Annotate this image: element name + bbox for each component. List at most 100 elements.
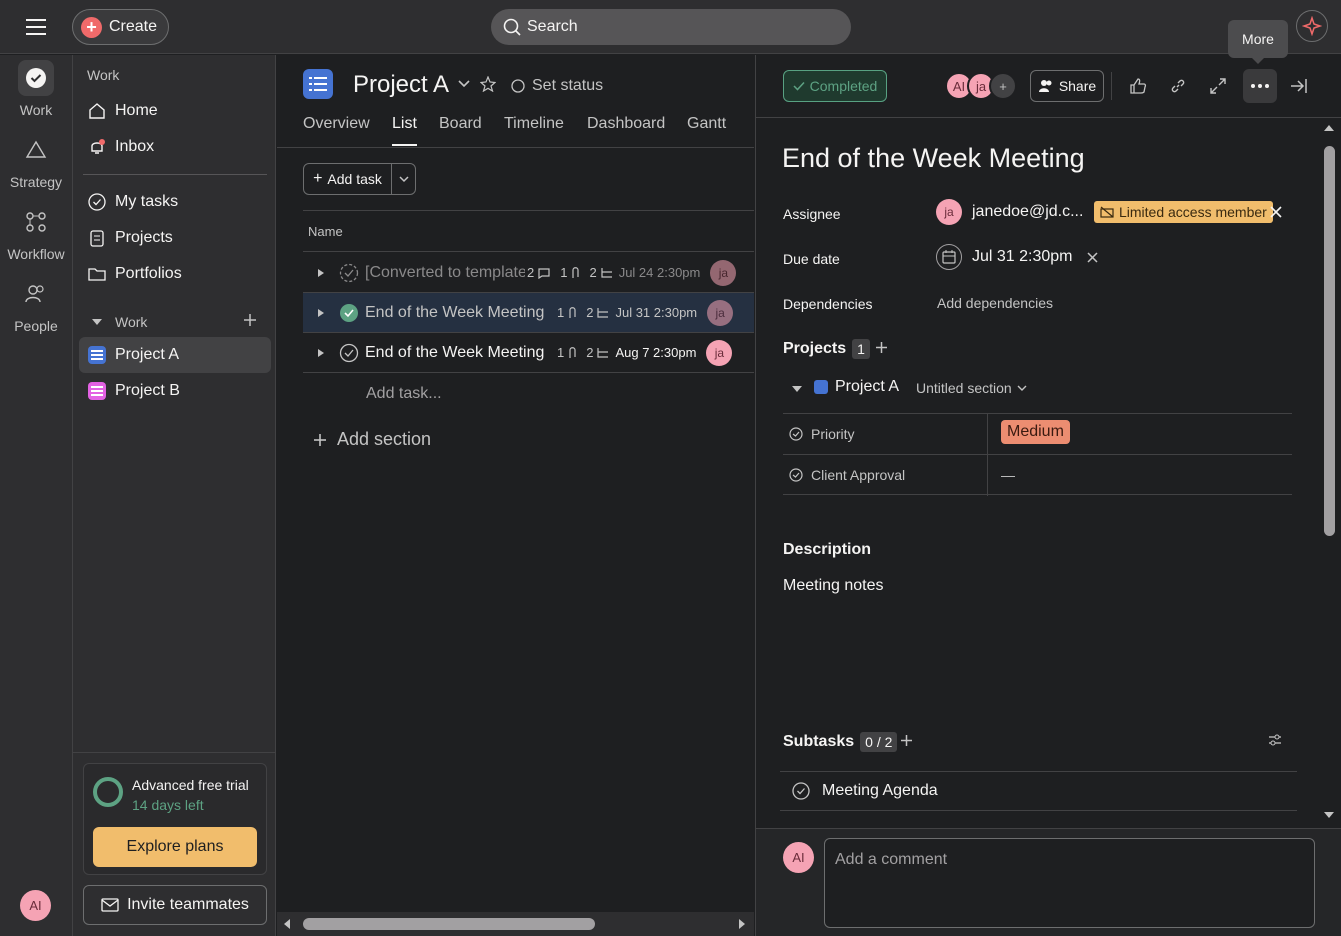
table-row[interactable]: [Converted to template] 2 1 2 Jul 24 2:3… bbox=[303, 253, 754, 293]
expand-triangle-icon[interactable] bbox=[303, 348, 339, 358]
close-pane-icon[interactable] bbox=[1285, 72, 1313, 100]
assignee-field[interactable]: ja janedoe@jd.c... bbox=[936, 199, 1083, 225]
description-text[interactable]: Meeting notes bbox=[783, 577, 884, 595]
create-button[interactable]: + Create bbox=[72, 9, 169, 45]
set-status-button[interactable]: Set status bbox=[511, 77, 603, 95]
rail-item-workflow[interactable]: Workflow bbox=[0, 204, 72, 262]
custom-field-client-approval[interactable]: Client Approval — bbox=[783, 454, 1292, 496]
tab-dashboard[interactable]: Dashboard bbox=[587, 115, 665, 133]
sidebar-item-inbox[interactable]: Inbox bbox=[79, 129, 271, 165]
subtask-item[interactable]: Meeting Agenda bbox=[780, 771, 1297, 811]
task-name[interactable]: End of the Week Meeting bbox=[365, 344, 545, 362]
add-task-inline[interactable]: Add task... bbox=[366, 385, 442, 403]
sidebar-item-project-b[interactable]: Project B bbox=[79, 373, 271, 409]
avatar[interactable]: AI bbox=[20, 890, 51, 921]
star-icon[interactable] bbox=[480, 76, 496, 92]
collapse-triangle-icon[interactable] bbox=[791, 384, 803, 394]
task-name[interactable]: [Converted to template] bbox=[365, 264, 525, 282]
tab-overview[interactable]: Overview bbox=[303, 115, 370, 133]
add-collaborator-icon[interactable]: + bbox=[989, 72, 1017, 100]
completed-button[interactable]: Completed bbox=[783, 70, 887, 102]
remove-assignee-icon[interactable] bbox=[1270, 206, 1282, 218]
comment-icon bbox=[537, 267, 551, 279]
table-row[interactable]: End of the Week Meeting 1 2 Aug 7 2:30pm… bbox=[303, 333, 754, 373]
chevron-down-icon bbox=[1017, 384, 1027, 392]
add-task-dropdown[interactable] bbox=[392, 164, 415, 194]
expand-icon[interactable] bbox=[1204, 72, 1232, 100]
explore-plans-button[interactable]: Explore plans bbox=[93, 827, 257, 867]
tab-gantt[interactable]: Gantt bbox=[687, 115, 726, 133]
rail-item-people[interactable]: People bbox=[0, 276, 72, 334]
client-approval-value[interactable]: — bbox=[1001, 467, 1015, 483]
expand-triangle-icon[interactable] bbox=[303, 268, 339, 278]
due-date-field[interactable]: Jul 31 2:30pm bbox=[936, 244, 1073, 270]
avatar[interactable]: ja bbox=[707, 299, 734, 326]
attachment-count: 1 bbox=[560, 265, 568, 280]
due-date[interactable]: Aug 7 2:30pm bbox=[615, 345, 696, 360]
invite-teammates-button[interactable]: Invite teammates bbox=[83, 885, 267, 925]
field-type-icon bbox=[789, 468, 803, 482]
share-button[interactable]: Share bbox=[1030, 70, 1104, 102]
more-tooltip: More bbox=[1228, 20, 1288, 64]
tab-list[interactable]: List bbox=[392, 115, 417, 133]
sidebar-item-projects[interactable]: Projects bbox=[79, 220, 271, 256]
project-name[interactable]: Project A bbox=[835, 378, 899, 396]
section-select[interactable]: Untitled section bbox=[916, 380, 1027, 396]
rail-item-strategy[interactable]: Strategy bbox=[0, 132, 72, 190]
vertical-scrollbar[interactable] bbox=[1317, 118, 1341, 828]
sidebar-item-label: Inbox bbox=[115, 138, 155, 155]
scroll-right-icon[interactable] bbox=[738, 918, 746, 930]
priority-value[interactable]: Medium bbox=[1001, 420, 1070, 444]
thumbs-up-icon[interactable] bbox=[1124, 72, 1152, 100]
column-header-name[interactable]: Name bbox=[303, 210, 754, 252]
scroll-left-icon[interactable] bbox=[283, 918, 291, 930]
tab-timeline[interactable]: Timeline bbox=[504, 115, 564, 133]
tab-board[interactable]: Board bbox=[439, 115, 482, 133]
add-icon[interactable] bbox=[243, 313, 257, 327]
chevron-down-icon bbox=[398, 175, 409, 183]
template-check-icon[interactable] bbox=[339, 263, 365, 283]
search-input[interactable]: Search bbox=[491, 9, 851, 45]
task-name[interactable]: End of the Week Meeting bbox=[365, 304, 545, 322]
clipboard-icon bbox=[87, 228, 107, 248]
subtask-name[interactable]: Meeting Agenda bbox=[822, 782, 938, 800]
horizontal-scrollbar[interactable] bbox=[277, 912, 754, 936]
sidebar-item-project-a[interactable]: Project A bbox=[79, 337, 271, 373]
sidebar-section-label: Work bbox=[87, 67, 120, 83]
more-options-icon[interactable] bbox=[1243, 69, 1277, 103]
add-task-main[interactable]: + Add task bbox=[304, 164, 392, 194]
link-icon[interactable] bbox=[1164, 72, 1192, 100]
avatar[interactable]: ja bbox=[706, 339, 733, 366]
sidebar-item-portfolios[interactable]: Portfolios bbox=[79, 256, 271, 292]
add-project-icon[interactable] bbox=[875, 341, 888, 354]
due-date[interactable]: Jul 31 2:30pm bbox=[615, 305, 697, 320]
expand-triangle-icon[interactable] bbox=[303, 308, 339, 318]
priority-label: Priority bbox=[789, 426, 855, 442]
subtask-sort-icon[interactable] bbox=[1268, 734, 1282, 746]
check-circle-icon[interactable] bbox=[339, 343, 365, 363]
ai-sparkle-icon[interactable] bbox=[1296, 10, 1328, 42]
add-subtask-icon[interactable] bbox=[900, 734, 913, 747]
check-circle-icon[interactable] bbox=[792, 782, 810, 800]
scrollbar-thumb[interactable] bbox=[303, 918, 595, 930]
clear-due-date-icon[interactable] bbox=[1087, 252, 1098, 263]
client-approval-label: Client Approval bbox=[789, 467, 905, 483]
sidebar-item-my-tasks[interactable]: My tasks bbox=[79, 184, 271, 220]
add-dependencies-button[interactable]: Add dependencies bbox=[937, 295, 1053, 311]
add-section-button[interactable]: Add section bbox=[313, 429, 431, 450]
limited-access-label: Limited access member bbox=[1119, 204, 1267, 220]
due-date[interactable]: Jul 24 2:30pm bbox=[619, 265, 701, 280]
add-task-button[interactable]: + Add task bbox=[303, 163, 416, 195]
table-row[interactable]: End of the Week Meeting 1 2 Jul 31 2:30p… bbox=[303, 293, 754, 333]
task-title[interactable]: End of the Week Meeting bbox=[782, 143, 1085, 174]
comment-input[interactable]: Add a comment bbox=[824, 838, 1315, 928]
rail-item-work[interactable]: Work bbox=[0, 60, 72, 118]
scroll-up-icon[interactable] bbox=[1323, 124, 1335, 132]
hamburger-menu-icon[interactable] bbox=[22, 14, 50, 40]
scrollbar-thumb[interactable] bbox=[1324, 146, 1335, 536]
avatar[interactable]: ja bbox=[710, 259, 737, 286]
completed-check-icon[interactable] bbox=[339, 303, 365, 323]
sidebar-item-home[interactable]: Home bbox=[79, 93, 271, 129]
chevron-down-icon[interactable] bbox=[458, 79, 470, 89]
scroll-down-icon[interactable] bbox=[1323, 811, 1335, 819]
